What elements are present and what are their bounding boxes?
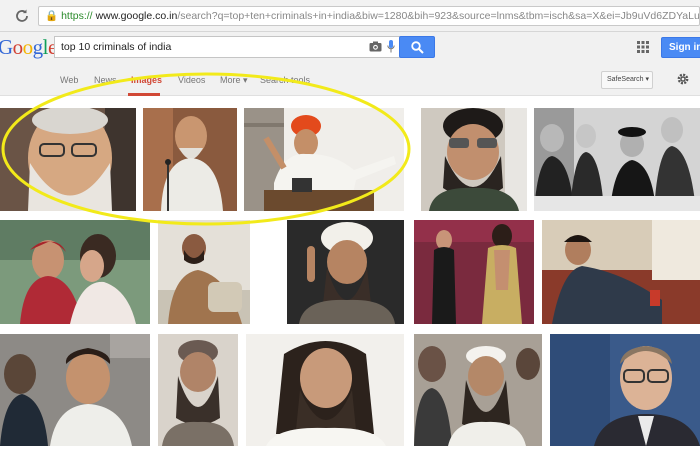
image-result[interactable] — [287, 220, 404, 324]
logo-letter: o — [12, 35, 24, 59]
man-on-sofa-photo — [542, 220, 700, 324]
tab-more[interactable]: More ▾ — [220, 75, 248, 86]
search-icon — [411, 41, 424, 54]
image-result[interactable] — [0, 220, 150, 324]
group-of-men-photo — [534, 108, 700, 211]
image-result[interactable] — [244, 108, 404, 211]
url-scheme: https:// — [61, 10, 93, 22]
image-result[interactable] — [550, 334, 700, 446]
lock-icon: 🔒 — [45, 10, 59, 22]
man-in-white-turban-photo — [287, 220, 404, 324]
tab-search-tools[interactable]: Search tools — [260, 75, 310, 85]
man-at-microphone-photo — [143, 108, 237, 211]
camera-icon[interactable] — [369, 41, 382, 52]
google-header: Google top 10 criminals of india Sign in — [0, 32, 700, 64]
gear-icon[interactable] — [677, 73, 689, 85]
tab-news[interactable]: News — [94, 75, 117, 85]
image-result[interactable] — [246, 334, 404, 446]
man-white-cap-photo — [414, 334, 542, 446]
image-result[interactable] — [158, 220, 250, 324]
couple-photo — [0, 220, 150, 324]
url-host: www.google.co.in — [95, 10, 178, 22]
image-result[interactable] — [421, 108, 527, 211]
bearded-man-sunglasses-photo — [421, 108, 527, 211]
reclining-man-photo — [158, 220, 250, 324]
image-result[interactable] — [158, 334, 238, 446]
search-input[interactable]: top 10 criminals of india — [54, 36, 408, 58]
image-result[interactable] — [534, 108, 700, 211]
tab-images[interactable]: Images — [131, 75, 162, 85]
man-in-turban-at-podium-photo — [244, 108, 404, 211]
man-glasses-smiling-photo — [550, 334, 700, 446]
apps-grid-icon[interactable] — [637, 41, 649, 53]
bearded-man-cap-photo — [158, 334, 238, 446]
safesearch-button[interactable]: SafeSearch ▾ — [601, 71, 653, 89]
logo-letter: o — [22, 35, 34, 59]
microphone-icon[interactable] — [387, 40, 395, 53]
image-result[interactable] — [0, 334, 150, 446]
image-result[interactable] — [542, 220, 700, 324]
image-result[interactable] — [0, 108, 136, 211]
tab-web[interactable]: Web — [60, 75, 78, 85]
sign-in-button[interactable]: Sign in — [661, 37, 700, 58]
reload-icon[interactable] — [14, 8, 30, 24]
logo-letter: g — [32, 35, 44, 59]
man-in-crowd-photo — [0, 334, 150, 446]
image-result[interactable] — [414, 220, 534, 324]
search-button[interactable] — [399, 36, 435, 58]
image-result[interactable] — [143, 108, 237, 211]
image-result[interactable] — [414, 334, 542, 446]
logo-letter: G — [0, 35, 13, 59]
browser-address-bar: 🔒 https://www.google.co.in/search?q=top+t… — [0, 0, 700, 32]
women-at-event-photo — [414, 220, 534, 324]
url-field[interactable]: 🔒 https://www.google.co.in/search?q=top+t… — [38, 6, 700, 26]
search-tabs: Web News Images Videos More ▾ Search too… — [0, 64, 700, 96]
url-path: /search?q=top+ten+criminals+in+india&biw… — [177, 10, 700, 22]
image-results-grid — [0, 96, 700, 450]
google-logo[interactable]: Google — [0, 35, 57, 60]
tab-videos[interactable]: Videos — [178, 75, 205, 85]
man-with-glasses-photo — [0, 108, 136, 211]
long-haired-man-photo — [246, 334, 404, 446]
